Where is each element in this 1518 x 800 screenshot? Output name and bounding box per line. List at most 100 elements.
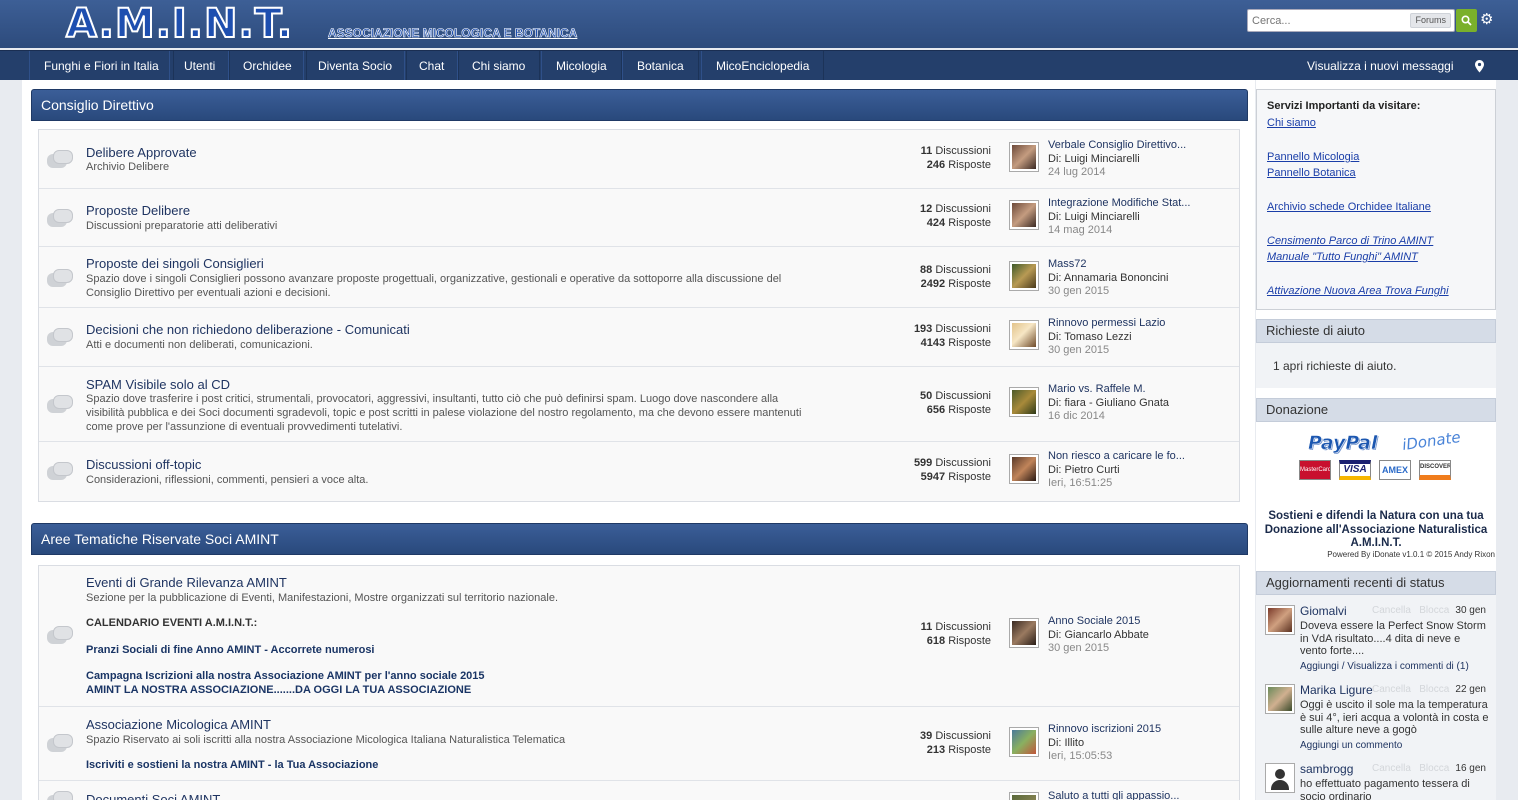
help-requests-text[interactable]: 1 apri richieste di aiuto. [1273,359,1396,373]
forum-bubble-icon [47,269,75,289]
nav-item-chi-siamo[interactable]: Chi siamo [457,51,541,81]
forum-title[interactable]: Eventi di Grande Rilevanza AMINT [86,575,287,590]
avatar[interactable] [1009,792,1039,800]
paypal-logo[interactable]: PayPal [1308,432,1378,455]
avatar[interactable] [1009,261,1039,291]
services-link-pannello-micologia[interactable]: Pannello Micologia [1267,151,1359,163]
last-post-date: Ieri, 15:05:53 [1048,750,1113,762]
nav-item-utenti[interactable]: Utenti [169,51,231,81]
last-post-title[interactable]: Anno Sociale 2015 [1048,615,1149,629]
last-post-author[interactable]: Di: Luigi Minciarelli [1048,211,1190,225]
last-post-author[interactable]: Di: fiara - Giuliano Gnata [1048,397,1169,411]
avatar[interactable] [1009,387,1039,417]
forum-sublink[interactable]: Iscriviti e sostieni la nostra AMINT - l… [86,759,378,771]
status-block-link[interactable]: Blocca [1419,605,1449,616]
last-post-author[interactable]: Di: Illito [1048,737,1161,751]
services-link-pannello-botanica[interactable]: Pannello Botanica [1267,167,1356,179]
last-post-title[interactable]: Mass72 [1048,258,1168,272]
avatar[interactable] [1265,763,1295,793]
last-post-title[interactable]: Saluto a tutti gli appassio... [1048,790,1179,800]
last-post-author[interactable]: Di: Giancarlo Abbate [1048,629,1149,643]
new-messages-link[interactable]: Visualizza i nuovi messaggi [1307,51,1454,81]
forum-title[interactable]: Associazione Micologica AMINT [86,717,271,732]
forum-sublink[interactable]: Pranzi Sociali di fine Anno AMINT - Acco… [86,644,375,656]
donation-header: Donazione [1256,398,1496,422]
services-link-archivio-orchidee[interactable]: Archivio schede Orchidee Italiane [1267,201,1431,213]
last-post-title[interactable]: Non riesco a caricare le fo... [1048,450,1185,464]
nav-item-micoenciclopedia[interactable]: MicoEnciclopedia [701,51,825,81]
forum-sublink[interactable]: Campagna Iscrizioni alla nostra Associaz… [86,670,485,682]
last-post-title[interactable]: Mario vs. Raffele M. [1048,383,1169,397]
services-link-manuale-funghi[interactable]: Manuale "Tutto Funghi" AMINT [1267,251,1418,263]
services-link-chi-siamo[interactable]: Chi siamo [1267,117,1316,129]
search-input[interactable] [1248,10,1408,31]
status-date: 30 gen [1455,605,1486,616]
forum-bubble-icon [47,462,75,482]
last-post-author[interactable]: Di: Luigi Minciarelli [1048,153,1186,167]
status-author[interactable]: sambrogg [1300,762,1353,776]
forum-subtext: CALENDARIO EVENTI A.M.I.N.T.: [86,617,258,629]
forum-title[interactable]: Decisioni che non richiedono deliberazio… [86,322,410,337]
status-delete-link[interactable]: Cancella [1372,605,1411,616]
idonate-logo: iDonate [1401,428,1462,454]
status-comment-link[interactable]: Aggiungi / Visualizza i commenti di (1) [1300,661,1469,672]
avatar[interactable] [1009,200,1039,230]
forum-main-content: Consiglio Direttivo Delibere Approvate A… [22,80,1255,800]
status-author[interactable]: Giomalvi [1300,604,1347,618]
search-button[interactable] [1456,9,1477,32]
last-post-title[interactable]: Verbale Consiglio Direttivo... [1048,139,1186,153]
last-post-author[interactable]: Di: Pietro Curti [1048,464,1185,478]
category-header-aree-tematiche[interactable]: Aree Tematiche Riservate Soci AMINT [31,523,1248,555]
status-block-link[interactable]: Blocca [1419,763,1449,774]
nav-item-diventa-socio[interactable]: Diventa Socio [303,51,408,81]
last-post-author[interactable]: Di: Annamaria Bononcini [1048,272,1168,286]
nav-item-botanica[interactable]: Botanica [622,51,699,81]
last-post: Non riesco a caricare le fo... Di: Pietr… [1048,450,1185,491]
nav-item-chat[interactable]: Chat [404,51,460,81]
forum-sublink[interactable]: AMINT LA NOSTRA ASSOCIAZIONE.......DA OG… [86,684,471,696]
avatar[interactable] [1009,320,1039,350]
nav-item-funghi-fiori[interactable]: Funghi e Fiori in Italia [29,51,174,81]
status-comment-link[interactable]: Aggiungi un commento [1300,740,1402,751]
nav-item-micologia[interactable]: Micologia [541,51,622,81]
last-post-title[interactable]: Rinnovo permessi Lazio [1048,317,1165,331]
services-link-censimento-trino[interactable]: Censimento Parco di Trino AMINT [1267,235,1433,247]
status-delete-link[interactable]: Cancella [1372,684,1411,695]
forum-row: Delibere Approvate Archivio Delibere 11 … [39,130,1239,189]
avatar[interactable] [1009,727,1039,757]
status-actions: Cancella Blocca [1372,763,1449,774]
forum-title[interactable]: Proposte Delibere [86,203,190,218]
last-post: Anno Sociale 2015 Di: Giancarlo Abbate 3… [1048,615,1149,656]
search-scope-selector[interactable]: Forums [1410,13,1451,28]
forum-title[interactable]: SPAM Visibile solo al CD [86,377,230,392]
status-author[interactable]: Marika Ligure [1300,683,1373,697]
last-post-date: 30 gen 2015 [1048,642,1110,654]
forum-stats: 599 Discussioni 5947 Risposte [913,457,991,483]
nav-item-orchidee[interactable]: Orchidee [228,51,307,81]
avatar[interactable] [1265,684,1295,714]
status-delete-link[interactable]: Cancella [1372,763,1411,774]
status-block-link[interactable]: Blocca [1419,684,1449,695]
site-logo[interactable]: A.M.I.N.T. [65,1,293,47]
last-post-date: 16 dic 2014 [1048,410,1105,422]
status-date: 22 gen [1455,684,1486,695]
category-header-consiglio-direttivo[interactable]: Consiglio Direttivo [31,89,1248,121]
avatar[interactable] [1009,618,1039,648]
forum-list: Delibere Approvate Archivio Delibere 11 … [38,129,1240,502]
gear-icon[interactable]: ⚙ [1480,10,1493,28]
forum-title[interactable]: Proposte dei singoli Consiglieri [86,256,264,271]
forum-title[interactable]: Delibere Approvate [86,145,197,160]
location-pin-icon[interactable] [1475,51,1484,81]
services-link-trova-funghi[interactable]: Attivazione Nuova Area Trova Funghi [1267,285,1449,297]
forum-title[interactable]: Documenti Soci AMINT [86,792,220,800]
forum-stats: 11 Discussioni 618 Risposte [920,621,991,647]
forum-title[interactable]: Discussioni off-topic [86,457,201,472]
last-post-title[interactable]: Integrazione Modifiche Stat... [1048,197,1190,211]
services-box: Servizi Importanti da visitare: Chi siam… [1256,89,1496,310]
search-box: Forums [1247,9,1455,32]
avatar[interactable] [1009,454,1039,484]
last-post-title[interactable]: Rinnovo iscrizioni 2015 [1048,723,1161,737]
avatar[interactable] [1009,142,1039,172]
last-post-author[interactable]: Di: Tomaso Lezzi [1048,331,1165,345]
avatar[interactable] [1265,605,1295,635]
